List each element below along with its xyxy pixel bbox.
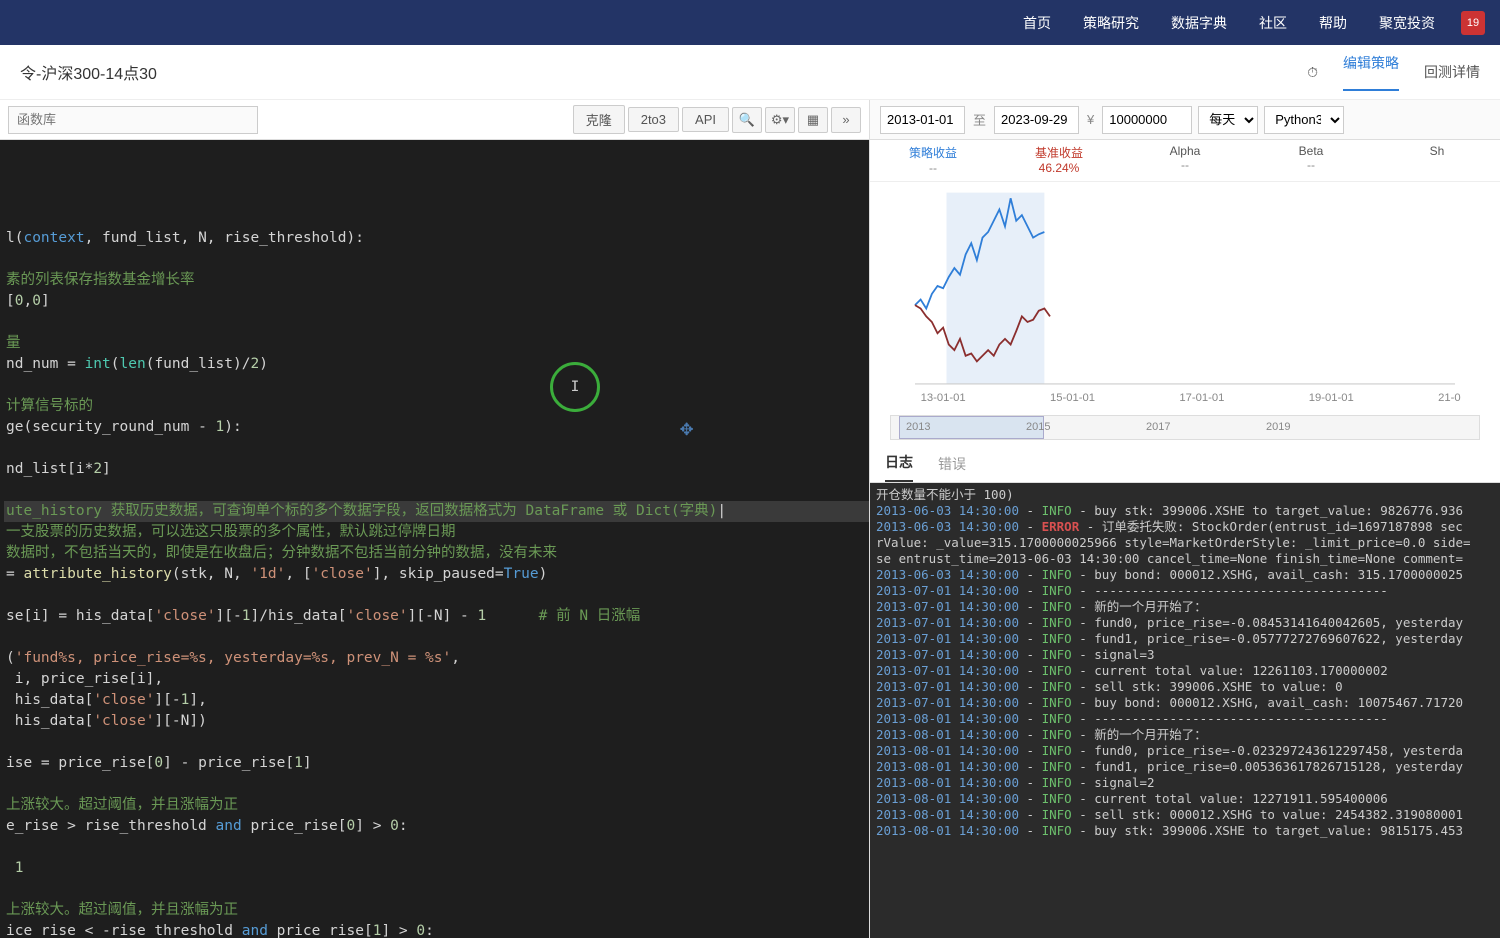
cursor-indicator: I: [550, 362, 600, 412]
title-bar: 令-沪深300-14点30 ⏱ 编辑策略 回测详情: [0, 45, 1500, 100]
currency-label: ¥: [1085, 112, 1096, 127]
start-date-input[interactable]: [880, 106, 965, 134]
params-bar: 至 ¥ 每天 Python3: [870, 100, 1500, 140]
api-button[interactable]: API: [682, 107, 729, 132]
code-editor[interactable]: I ✥ l(context, fund_list, N, rise_thresh…: [0, 140, 869, 938]
language-select[interactable]: Python3: [1264, 106, 1344, 134]
top-nav: 首页 策略研究 数据字典 社区 帮助 聚宽投资 19: [0, 0, 1500, 45]
nav-community[interactable]: 社区: [1259, 13, 1287, 33]
slider-tick: 2013: [906, 421, 930, 433]
move-icon[interactable]: ✥: [680, 418, 693, 439]
svg-text:15-01-01: 15-01-01: [1050, 392, 1095, 404]
metric-Beta: Beta--: [1248, 140, 1374, 181]
nav-home[interactable]: 首页: [1023, 13, 1051, 33]
editor-toolbar: 克隆 2to3 API 🔍 ⚙▾ ▦ »: [0, 100, 869, 140]
nav-help[interactable]: 帮助: [1319, 13, 1347, 33]
svg-text:13-01-01: 13-01-01: [921, 392, 966, 404]
timer-icon[interactable]: ⏱: [1307, 64, 1318, 81]
metric-策略收益: 策略收益--: [870, 140, 996, 181]
metric-Alpha: Alpha--: [1122, 140, 1248, 181]
metric-Sh: Sh: [1374, 140, 1500, 181]
slider-tick: 2015: [1026, 421, 1050, 433]
strategy-title: 令-沪深300-14点30: [20, 60, 157, 84]
search-icon[interactable]: 🔍: [732, 107, 762, 133]
results-pane: 至 ¥ 每天 Python3 策略收益--基准收益46.24%Alpha--Be…: [870, 100, 1500, 938]
log-tabs: 日志 错误: [870, 448, 1500, 483]
avatar[interactable]: 19: [1461, 11, 1485, 35]
editor-pane: 克隆 2to3 API 🔍 ⚙▾ ▦ » I ✥ l(context, fund…: [0, 100, 870, 938]
function-library-input[interactable]: [8, 106, 258, 134]
2to3-button[interactable]: 2to3: [628, 107, 679, 132]
end-date-input[interactable]: [994, 106, 1079, 134]
nav-invest[interactable]: 聚宽投资: [1379, 13, 1435, 33]
log-output[interactable]: 开仓数量不能小于 100)2013-06-03 14:30:00 - INFO …: [870, 483, 1500, 938]
nav-research[interactable]: 策略研究: [1083, 13, 1139, 33]
tab-edit-strategy[interactable]: 编辑策略: [1343, 53, 1399, 91]
metric-基准收益: 基准收益46.24%: [996, 140, 1122, 181]
date-separator: 至: [971, 110, 988, 129]
collapse-icon[interactable]: »: [831, 107, 861, 133]
slider-tick: 2019: [1266, 421, 1290, 433]
nav-dict[interactable]: 数据字典: [1171, 13, 1227, 33]
grid-icon[interactable]: ▦: [798, 107, 828, 133]
clone-button[interactable]: 克隆: [573, 105, 625, 134]
svg-text:21-0: 21-0: [1438, 392, 1461, 404]
svg-text:17-01-01: 17-01-01: [1179, 392, 1224, 404]
tab-error[interactable]: 错误: [938, 454, 966, 482]
tab-backtest-detail[interactable]: 回测详情: [1424, 62, 1480, 82]
gear-icon[interactable]: ⚙▾: [765, 107, 795, 133]
frequency-select[interactable]: 每天: [1198, 106, 1258, 134]
time-range-slider[interactable]: 2013 2015 2017 2019: [890, 415, 1480, 440]
metrics-row: 策略收益--基准收益46.24%Alpha--Beta--Sh: [870, 140, 1500, 182]
performance-chart[interactable]: 13-01-01 15-01-01 17-01-01 19-01-01 21-0: [880, 187, 1490, 412]
tab-log[interactable]: 日志: [885, 452, 913, 482]
slider-tick: 2017: [1146, 421, 1170, 433]
svg-text:19-01-01: 19-01-01: [1309, 392, 1354, 404]
chart-area: 13-01-01 15-01-01 17-01-01 19-01-01 21-0 201…: [870, 182, 1500, 442]
capital-input[interactable]: [1102, 106, 1192, 134]
